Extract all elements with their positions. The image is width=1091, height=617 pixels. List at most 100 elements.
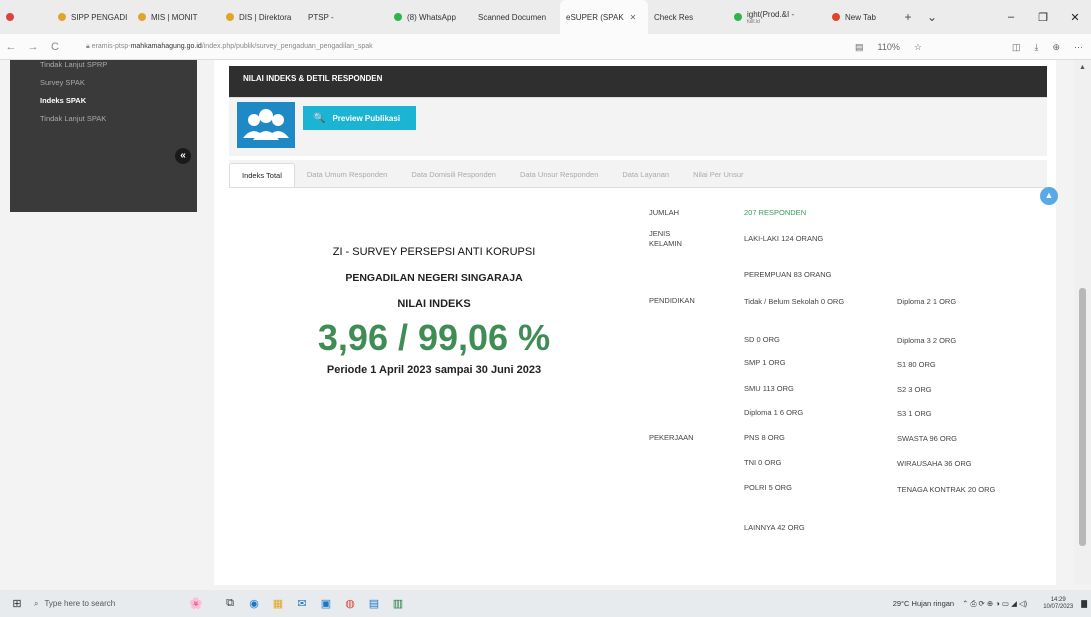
scrollbar-thumb[interactable] [1079,288,1086,546]
scroll-up-arrow-icon[interactable]: ▲ [1074,64,1091,71]
taskbar-search[interactable]: ⌕ Type here to search [34,599,174,609]
tab-favicon-icon [6,13,14,21]
page-title: NILAI INDEKS & DETIL RESPONDEN [229,66,1047,98]
close-window-button[interactable]: ✕ [1059,11,1091,24]
education-sd: SD 0 ORG [744,335,780,344]
tab-nilai-per-unsur[interactable]: Nilai Per Unsur [681,163,755,187]
survey-period: Periode 1 April 2023 sampai 30 Juni 2023 [326,364,542,376]
address-bar-actions: ▤ 110% ☆ ◫ ⤓ ⊕ ⋯ [841,34,1083,60]
tab-sublabel: fulll.ld [747,18,760,25]
downloads-icon[interactable]: ⤓ [1034,42,1038,53]
browser-tab[interactable]: MIS | MONIT [132,0,220,34]
weather-widget[interactable]: 29°C Hujan ringan [893,599,954,608]
job-tni: TNI 0 ORG [744,458,782,467]
url-prefix: eramis-ptsp- [91,42,131,50]
page-scrollbar[interactable]: ▲ [1074,60,1091,585]
clock-time: 14:29 [1050,596,1066,603]
browser-tab-active[interactable]: eSUPER (SPAK ✕ [560,0,648,34]
tab-label: (8) WhatsApp [407,12,456,22]
browser-tab[interactable] [0,0,52,34]
preview-publikasi-button[interactable]: 🔍 Preview Publikasi [303,106,416,130]
preview-button-label: Preview Publikasi [332,113,401,123]
notification-icon[interactable]: ▇ [1081,599,1087,608]
education-s2: S2 3 ORG [897,385,932,394]
tab-label: eSUPER (SPAK [566,12,624,22]
edge-icon[interactable]: ◉ [242,597,266,610]
job-label: PEKERJAAN [649,433,694,442]
job-tenaga-kontrak: TENAGA KONTRAK 20 ORG [897,485,996,494]
reader-view-icon[interactable]: ▤ [855,42,864,53]
education-s1: S1 80 ORG [897,360,936,369]
education-smu: SMU 113 ORG [744,384,794,393]
education-s3: S3 1 ORG [897,409,932,418]
index-summary: ZI - SURVEY PERSEPSI ANTI KORUPSI PENGAD… [284,246,584,376]
extensions-icon[interactable]: ⊕ [1052,42,1060,53]
search-icon: 🔍 [313,112,326,124]
education-d1: Diploma 1 6 ORG [744,408,804,417]
tab-data-unsur-responden[interactable]: Data Unsur Responden [508,163,610,187]
sidebar-item-survey-spak[interactable]: Survey SPAK [10,74,197,92]
index-label: NILAI INDEKS [397,298,471,310]
browser-tab[interactable]: Check Res [648,0,728,34]
news-widget-icon[interactable]: 🌸 [174,597,218,610]
tab-data-umum-responden[interactable]: Data Umum Responden [295,163,399,187]
browser-tab[interactable]: ight(Prod.&I - fulll.ld [728,0,826,34]
tab-label: Scanned Documen [478,12,547,22]
bookmark-star-icon[interactable]: ☆ [914,42,922,53]
education-label: PENDIDIKAN [649,296,695,305]
sidebar-collapse-button[interactable]: « [175,148,191,164]
sidebar: Tindak Lanjut SPRP Survey SPAK Indeks SP… [10,60,197,212]
forward-button[interactable]: → [22,41,44,53]
maximize-button[interactable]: ❐ [1027,11,1059,24]
browser-tab[interactable]: SIPP PENGADI [52,0,132,34]
jumlah-value: 207 RESPONDEN [744,208,807,217]
reload-button[interactable]: C [44,41,66,53]
sidebar-item-tindak-lanjut-spak[interactable]: Tindak Lanjut SPAK [10,110,197,128]
tab-favicon-icon [226,13,234,21]
zoom-level[interactable]: 110% [878,42,900,52]
browser-tab[interactable]: Scanned Documen [472,0,560,34]
tab-label: SIPP PENGADI [71,12,128,22]
word-icon[interactable]: ▤ [362,597,386,610]
browser-tab[interactable]: PTSP - [302,0,388,34]
pocket-icon[interactable]: ◫ [1012,42,1021,53]
system-tray: 29°C Hujan ringan ⌃ ⎙ ⟳ ⊕ ◑ ▭ ◢ ◁) 14:29… [885,590,1087,617]
tab-indeks-total[interactable]: Indeks Total [229,163,295,187]
excel-icon[interactable]: ▥ [386,597,410,610]
close-tab-icon[interactable]: ✕ [630,13,637,22]
browser-tab[interactable]: (8) WhatsApp [388,0,472,34]
store-icon[interactable]: ▣ [314,597,338,610]
menu-icon[interactable]: ⋯ [1074,42,1083,53]
sidebar-item-indeks-spak[interactable]: Indeks SPAK [10,92,197,110]
file-explorer-icon[interactable]: ▦ [266,597,290,610]
minimize-button[interactable]: – [995,11,1027,23]
jumlah-label: JUMLAH [649,208,680,217]
browser-tab[interactable]: New Tab [826,0,896,34]
scroll-to-top-button[interactable]: ▲ [1040,187,1058,205]
clock-date: 10/07/2023 [1043,603,1074,610]
tray-icons[interactable]: ⌃ ⎙ ⟳ ⊕ ◑ ▭ ◢ ◁) [962,599,1027,609]
users-icon [237,102,295,148]
court-name: PENGADILAN NEGERI SINGARAJA [345,272,523,284]
education-none: Tidak / Belum Sekolah 0 ORG [744,297,845,306]
clock[interactable]: 14:29 10/07/2023 [1035,597,1073,611]
back-button[interactable]: ← [0,41,22,53]
tab-data-layanan[interactable]: Data Layanan [610,163,681,187]
new-tab-button[interactable]: + [896,10,920,24]
windows-start-icon[interactable]: ⊞ [0,597,34,610]
content-tabs: Indeks Total Data Umum Responden Data Do… [229,160,1047,188]
tab-list-button[interactable]: ⌄ [920,10,944,24]
gender-label: JENIS KELAMIN [649,229,682,248]
sidebar-item-tindak-lanjut-sprp[interactable]: Tindak Lanjut SPRP [10,56,197,74]
survey-title: ZI - SURVEY PERSEPSI ANTI KORUPSI [332,246,536,258]
tab-data-domisili-responden[interactable]: Data Domisili Responden [399,163,508,187]
task-view-icon[interactable]: ⧉ [218,597,242,610]
url-field[interactable]: 🔒︎ eramis-ptsp-mahkamahagung.go.id/index… [86,43,373,51]
job-wirausaha: WIRAUSAHA 36 ORG [897,459,972,468]
tab-label: MIS | MONIT [151,12,198,22]
gender-female: PEREMPUAN 83 ORANG [744,270,832,279]
mail-icon[interactable]: ✉ [290,597,314,610]
search-placeholder: Type here to search [44,599,116,608]
firefox-icon[interactable]: ◍ [338,597,362,610]
browser-tab[interactable]: DIS | Direktora [220,0,302,34]
